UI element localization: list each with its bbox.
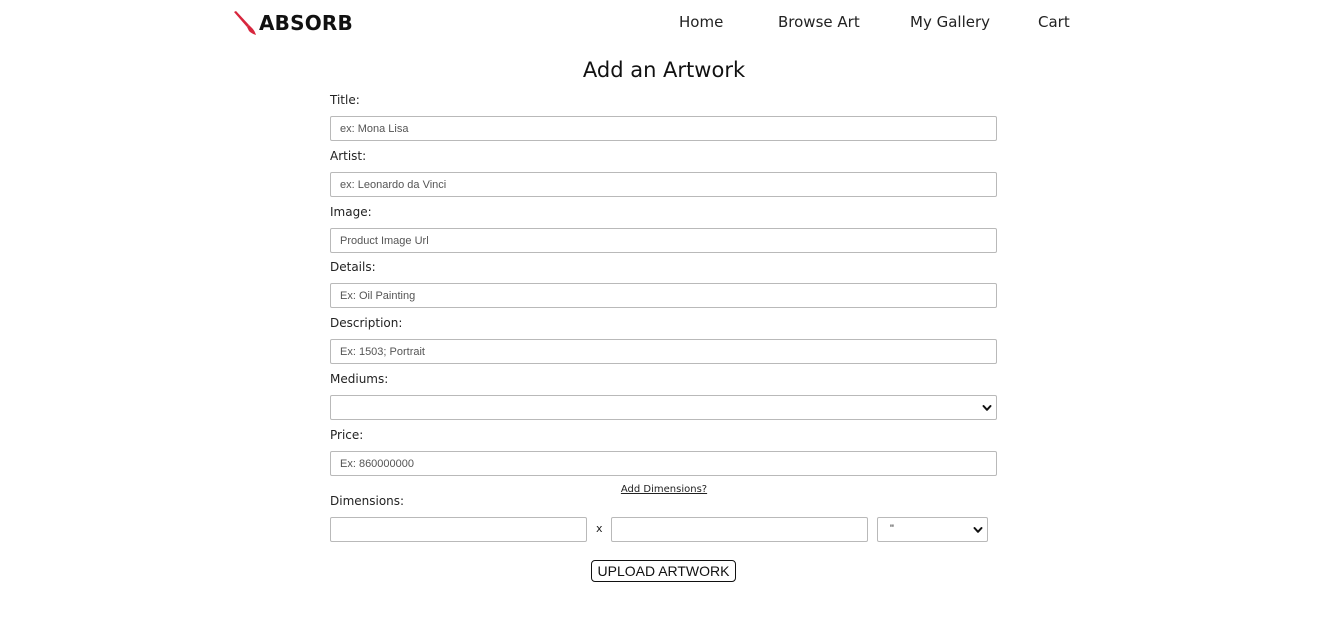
mediums-select[interactable] [330, 395, 997, 420]
price-input[interactable] [330, 451, 997, 476]
price-label: Price: [330, 428, 364, 442]
upload-artwork-button[interactable]: UPLOAD ARTWORK [591, 560, 736, 582]
description-label: Description: [330, 316, 403, 330]
dimension-height-input[interactable] [611, 517, 868, 542]
dimension-unit-value: " [890, 523, 894, 535]
chevron-down-icon [973, 527, 983, 533]
image-label: Image: [330, 205, 372, 219]
mediums-label: Mediums: [330, 372, 389, 386]
nav-my-gallery[interactable]: My Gallery [910, 13, 990, 31]
image-url-input[interactable] [330, 228, 997, 253]
brand-name: ABSORB [259, 11, 353, 35]
chevron-down-icon [982, 405, 992, 411]
dimensions-label: Dimensions: [330, 494, 405, 508]
nav-cart[interactable]: Cart [1038, 13, 1070, 31]
page-title: Add an Artwork [582, 58, 746, 82]
nav-home[interactable]: Home [679, 13, 723, 31]
dimension-width-input[interactable] [330, 517, 587, 542]
title-input[interactable] [330, 116, 997, 141]
details-label: Details: [330, 260, 376, 274]
artist-input[interactable] [330, 172, 997, 197]
dimensions-separator: x [596, 522, 603, 535]
add-dimensions-link[interactable]: Add Dimensions? [0, 484, 1328, 495]
artist-label: Artist: [330, 149, 367, 163]
paintbrush-icon [234, 11, 256, 35]
nav-browse-art[interactable]: Browse Art [778, 13, 860, 31]
title-label: Title: [330, 93, 360, 107]
brand-logo[interactable]: ABSORB [233, 10, 353, 36]
dimension-unit-select[interactable]: " [877, 517, 988, 542]
details-input[interactable] [330, 283, 997, 308]
description-input[interactable] [330, 339, 997, 364]
